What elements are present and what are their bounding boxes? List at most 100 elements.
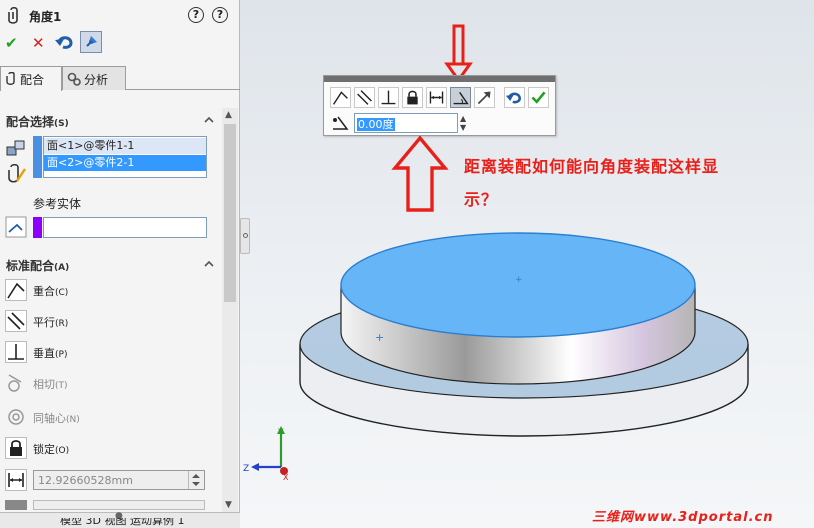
mate-entities-icon[interactable] xyxy=(5,137,27,159)
mate-lock[interactable]: 锁定(O) xyxy=(5,437,205,463)
help-icon[interactable]: ? xyxy=(212,7,228,23)
angle-icon xyxy=(453,91,469,105)
list-item[interactable]: 面<2>@零件2-1 xyxy=(44,155,206,171)
cancel-button[interactable]: ✕ xyxy=(32,34,45,52)
popup-grip[interactable] xyxy=(324,76,555,82)
reference-entity-field[interactable] xyxy=(43,217,207,238)
reference-entity-icon[interactable] xyxy=(5,216,27,238)
reference-entity-title: 参考实体 xyxy=(33,197,82,211)
parallel-button[interactable] xyxy=(354,87,375,108)
tab-label: 分析 xyxy=(84,73,109,87)
mate-perpendicular[interactable]: 垂直(P) xyxy=(5,341,205,367)
cylinder-top-face xyxy=(340,232,696,338)
flip-alignment-button[interactable] xyxy=(474,87,495,108)
angle-value-text: 0.00度 xyxy=(357,118,395,131)
svg-text:+: + xyxy=(375,331,384,344)
axis-z-label: Z xyxy=(243,464,249,474)
mate-label: 相切 xyxy=(33,378,55,391)
distance-icon[interactable] xyxy=(5,469,27,491)
lock-button[interactable] xyxy=(402,87,423,108)
flip-icon xyxy=(477,91,491,105)
axis-triad: Y Z X xyxy=(243,426,289,480)
angle-value-field[interactable]: 0.00度 xyxy=(354,113,458,133)
mate-key: (N) xyxy=(66,415,80,425)
popup-undo-button[interactable] xyxy=(504,87,525,108)
distance-icon xyxy=(429,91,444,104)
mate-label: 垂直 xyxy=(33,347,55,360)
concentric-icon xyxy=(8,409,24,425)
bottom-model-tabs[interactable]: 模型 3D 视图 运动算例 1 xyxy=(60,518,240,528)
mate-key: (O) xyxy=(55,446,70,456)
gears-icon xyxy=(67,72,81,86)
annotation-line-1: 距离装配如何能向角度装配这样显 xyxy=(464,157,720,176)
mate-selections-title[interactable]: 配合选择(S) xyxy=(6,113,69,130)
angle-field-row xyxy=(5,498,207,510)
pm-scrollbar[interactable]: ▲ ▼ xyxy=(222,108,238,512)
mate-key: (P) xyxy=(55,350,68,360)
mate-label: 重合 xyxy=(33,285,55,298)
axis-x-label: X xyxy=(283,473,289,480)
pushpin-icon xyxy=(86,36,97,47)
scroll-down-arrow-icon[interactable]: ▼ xyxy=(225,500,232,510)
mate-popup-toolbar: 0.00度 ▲ ▼ xyxy=(323,75,556,136)
scroll-thumb[interactable] xyxy=(224,124,236,302)
up-arrow-annotation xyxy=(391,135,449,212)
lock-icon xyxy=(407,90,418,105)
perpendicular-button[interactable] xyxy=(378,87,399,108)
coincident-icon xyxy=(5,279,27,301)
watermark: 三维网www.3dportal.cn xyxy=(592,510,774,525)
perpendicular-icon xyxy=(5,341,27,363)
mate-coincident[interactable]: 重合(C) xyxy=(5,279,205,305)
tab-mates[interactable]: 配合 xyxy=(0,66,62,91)
tab-label: 配合 xyxy=(20,73,45,87)
ok-button[interactable]: ✔ xyxy=(5,34,18,52)
collapse-chevron-icon[interactable] xyxy=(203,114,215,126)
lock-icon xyxy=(5,437,27,459)
property-manager: 角度1 ? ? ✔ ✕ 配合 分析 ▲ ▼ 配合选择(S) 面<1>@零件1-1… xyxy=(0,0,240,528)
coincident-icon xyxy=(333,91,348,105)
coincident-button[interactable] xyxy=(330,87,351,108)
mate-label: 平行 xyxy=(33,316,55,329)
parallel-icon xyxy=(357,90,372,105)
angle-spinner[interactable]: ▲ ▼ xyxy=(460,114,466,132)
pm-tabs: 配合 分析 xyxy=(0,66,240,91)
mate-label: 同轴心 xyxy=(33,412,66,425)
mate-clip-icon xyxy=(8,7,18,24)
ok-icon xyxy=(531,91,546,104)
whats-new-icon[interactable]: ? xyxy=(188,7,204,23)
multi-mate-icon[interactable] xyxy=(5,164,27,186)
bottom-tabs-label: 模型 3D 视图 运动算例 1 xyxy=(60,518,185,527)
distance-value-field[interactable]: 12.92660528mm xyxy=(33,470,205,490)
svg-text:+: + xyxy=(515,275,523,285)
axis-y-label: Y xyxy=(277,428,284,438)
mate-key: (R) xyxy=(55,319,69,329)
pm-title: 角度1 xyxy=(29,10,62,24)
mate-clip-icon xyxy=(6,71,15,85)
tab-analysis[interactable]: 分析 xyxy=(62,66,126,90)
perpendicular-icon xyxy=(381,90,396,105)
distance-spinner[interactable] xyxy=(188,471,204,489)
mate-tangent[interactable]: 相切(T) xyxy=(5,372,205,398)
angle-value-icon xyxy=(333,116,349,130)
mate-key: (C) xyxy=(55,288,69,298)
selection-color-bar xyxy=(33,136,42,178)
angle-button[interactable] xyxy=(450,87,471,108)
mate-parallel[interactable]: 平行(R) xyxy=(5,310,205,336)
popup-ok-button[interactable] xyxy=(528,87,549,108)
undo-icon xyxy=(505,92,521,104)
reference-color-bar xyxy=(33,217,42,238)
mate-selection-list[interactable]: 面<1>@零件1-1 面<2>@零件2-1 xyxy=(43,136,207,178)
standard-mates-title[interactable]: 标准配合(A) xyxy=(6,257,69,274)
parallel-icon xyxy=(5,310,27,332)
annotation-question: 距离装配如何能向角度装配这样显 示？ xyxy=(464,150,764,216)
list-item[interactable]: 面<1>@零件1-1 xyxy=(44,138,206,154)
annotation-line-2: 示？ xyxy=(464,190,499,209)
undo-button[interactable] xyxy=(54,31,76,53)
collapse-chevron-icon[interactable] xyxy=(203,258,215,270)
mate-key: (T) xyxy=(55,381,68,391)
distance-button[interactable] xyxy=(426,87,447,108)
scroll-up-arrow-icon[interactable]: ▲ xyxy=(225,110,232,120)
pushpin-button[interactable] xyxy=(80,31,102,53)
mate-concentric[interactable]: 同轴心(N) xyxy=(5,406,205,432)
pm-header: 角度1 ? ? ✔ ✕ xyxy=(0,0,240,62)
